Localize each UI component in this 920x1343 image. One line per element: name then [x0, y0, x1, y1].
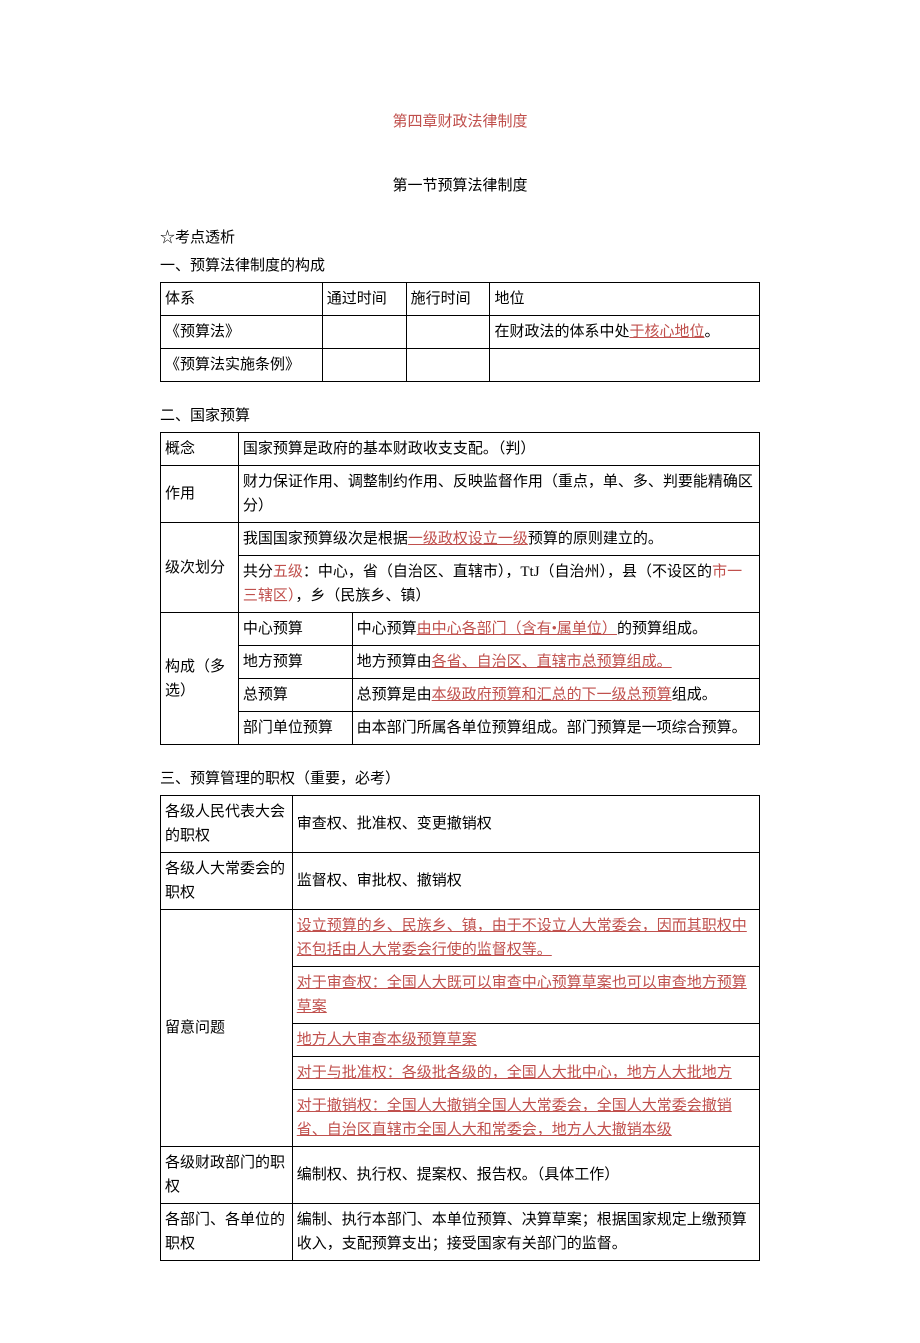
chapter-title: 第四章财政法律制度	[160, 110, 760, 134]
subheading-2: 二、国家预算	[160, 404, 760, 428]
cell-budget-regulation: 《预算法实施条例》	[161, 349, 323, 382]
cell-composition-label: 构成（多选）	[161, 613, 239, 745]
cell-empty	[406, 349, 490, 382]
text-segment: 在财政法的体系中处	[494, 324, 629, 340]
text-segment: 我国国家预算级次是根据	[243, 531, 408, 547]
section-title: 第一节预算法律制度	[160, 174, 760, 198]
cell-level-label: 级次划分	[161, 523, 239, 613]
table-budget-law-system: 体系 通过时间 施行时间 地位 《预算法》 在财政法的体系中处于核心地位。 《预…	[160, 282, 760, 382]
cell-empty	[322, 316, 406, 349]
cell-status-core: 在财政法的体系中处于核心地位。	[490, 316, 760, 349]
table-row: 共分五级：中心，省（自治区、直辖市），TtJ（自治州），县（不设区的市一三辖区）…	[161, 556, 760, 613]
cell-concept-label: 概念	[161, 433, 239, 466]
table-row: 各级人大常委会的职权 监督权、审批权、撤销权	[161, 853, 760, 910]
cell-budget-law: 《预算法》	[161, 316, 323, 349]
text-segment: ：中心，省（自治区、直辖市），TtJ（自治州），县（不设区的	[303, 564, 712, 580]
text-segment: 。	[704, 324, 719, 340]
cell-finance-dept-value: 编制权、执行权、提案权、报告权。（具体工作）	[292, 1147, 759, 1204]
cell-function-value: 财力保证作用、调整制约作用、反映监督作用（重点，单、多、判要能精确区分）	[238, 466, 759, 523]
cell-local-budget-value: 地方预算由各省、自治区、直辖市总预算组成。	[352, 646, 759, 679]
cell-dept-unit-value: 编制、执行本部门、本单位预算、决算草案；根据国家规定上缴预算收入，支配预算支出；…	[292, 1204, 759, 1261]
cell-empty	[406, 316, 490, 349]
cell-level-principle: 我国国家预算级次是根据一级政权设立一级预算的原则建立的。	[238, 523, 759, 556]
cell-note-4: 对于与批准权：各级批各级的，全国人大批中心，地方人大批地方	[292, 1057, 759, 1090]
table-row: 地方预算 地方预算由各省、自治区、直辖市总预算组成。	[161, 646, 760, 679]
table-row: 各级财政部门的职权 编制权、执行权、提案权、报告权。（具体工作）	[161, 1147, 760, 1204]
table-row: 构成（多选） 中心预算 中心预算由中心各部门（含有•属单位）的预算组成。	[161, 613, 760, 646]
cell-empty	[322, 349, 406, 382]
text-segment-emphasis: 地方人大审查本级预算草案	[297, 1032, 477, 1048]
text-segment-emphasis: 由中心各部门（含有•属单位）	[417, 621, 617, 637]
cell-concept-value: 国家预算是政府的基本财政收支支配。（判）	[238, 433, 759, 466]
table-row: 级次划分 我国国家预算级次是根据一级政权设立一级预算的原则建立的。	[161, 523, 760, 556]
table-row: 概念 国家预算是政府的基本财政收支支配。（判）	[161, 433, 760, 466]
document-page: 第四章财政法律制度 第一节预算法律制度 ☆考点透析 一、预算法律制度的构成 体系…	[0, 0, 920, 1343]
cell-notes-label: 留意问题	[161, 910, 293, 1147]
text-segment-emphasis: 设立预算的乡、民族乡、镇，由于不设立人大常委会，因而其职权中还包括由人大常委会行…	[297, 918, 747, 958]
text-segment: 总预算是由	[357, 687, 432, 703]
table-row: 《预算法实施条例》	[161, 349, 760, 382]
text-segment-emphasis: 于核心地位	[629, 324, 704, 340]
col-header-system: 体系	[161, 283, 323, 316]
table-budget-authority: 各级人民代表大会的职权 审查权、批准权、变更撤销权 各级人大常委会的职权 监督权…	[160, 795, 760, 1261]
text-segment-emphasis: 各省、自治区、直辖市总预算组成。	[432, 654, 672, 670]
cell-note-3: 地方人大审查本级预算草案	[292, 1024, 759, 1057]
cell-total-budget-label: 总预算	[238, 679, 352, 712]
cell-local-budget-label: 地方预算	[238, 646, 352, 679]
text-segment-emphasis: 对于撤销权：全国人大撤销全国人大常委会，全国人大常委会撤销省、自治区直辖市全国人…	[297, 1098, 732, 1138]
table-row: 《预算法》 在财政法的体系中处于核心地位。	[161, 316, 760, 349]
text-segment-emphasis: 对于审查权：全国人大既可以审查中心预算草案也可以审查地方预算草案	[297, 975, 747, 1015]
cell-standing-committee-value: 监督权、审批权、撤销权	[292, 853, 759, 910]
text-segment-emphasis: 本级政府预算和汇总的下一级总预算	[432, 687, 672, 703]
table-row: 各部门、各单位的职权 编制、执行本部门、本单位预算、决算草案；根据国家规定上缴预…	[161, 1204, 760, 1261]
text-segment-emphasis: 一级政权设立一级	[408, 531, 528, 547]
cell-note-2: 对于审查权：全国人大既可以审查中心预算草案也可以审查地方预算草案	[292, 967, 759, 1024]
cell-empty	[490, 349, 760, 382]
text-segment: 中心预算	[357, 621, 417, 637]
table-row: 留意问题 设立预算的乡、民族乡、镇，由于不设立人大常委会，因而其职权中还包括由人…	[161, 910, 760, 967]
cell-dept-budget-value: 由本部门所属各单位预算组成。部门预算是一项综合预算。	[352, 712, 759, 745]
text-segment: 预算的原则建立的。	[528, 531, 663, 547]
cell-level-five: 共分五级：中心，省（自治区、直辖市），TtJ（自治州），县（不设区的市一三辖区）…	[238, 556, 759, 613]
cell-function-label: 作用	[161, 466, 239, 523]
cell-note-5: 对于撤销权：全国人大撤销全国人大常委会，全国人大常委会撤销省、自治区直辖市全国人…	[292, 1090, 759, 1147]
text-segment-emphasis: 对于与批准权：各级批各级的，全国人大批中心，地方人大批地方	[297, 1065, 732, 1081]
table-row: 总预算 总预算是由本级政府预算和汇总的下一级总预算组成。	[161, 679, 760, 712]
col-header-pass-time: 通过时间	[322, 283, 406, 316]
col-header-status: 地位	[490, 283, 760, 316]
cell-peoples-congress-label: 各级人民代表大会的职权	[161, 796, 293, 853]
text-segment-emphasis: 五级	[273, 564, 303, 580]
cell-standing-committee-label: 各级人大常委会的职权	[161, 853, 293, 910]
cell-dept-unit-label: 各部门、各单位的职权	[161, 1204, 293, 1261]
subheading-1: 一、预算法律制度的构成	[160, 254, 760, 278]
text-segment: 的预算组成。	[617, 621, 707, 637]
cell-total-budget-value: 总预算是由本级政府预算和汇总的下一级总预算组成。	[352, 679, 759, 712]
cell-central-budget-value: 中心预算由中心各部门（含有•属单位）的预算组成。	[352, 613, 759, 646]
text-segment: ，乡（民族乡、镇）	[295, 588, 430, 604]
cell-finance-dept-label: 各级财政部门的职权	[161, 1147, 293, 1204]
table-row: 体系 通过时间 施行时间 地位	[161, 283, 760, 316]
table-row: 部门单位预算 由本部门所属各单位预算组成。部门预算是一项综合预算。	[161, 712, 760, 745]
subheading-3: 三、预算管理的职权（重要，必考）	[160, 767, 760, 791]
text-segment: 地方预算由	[357, 654, 432, 670]
text-segment: 共分	[243, 564, 273, 580]
cell-central-budget-label: 中心预算	[238, 613, 352, 646]
col-header-effect-time: 施行时间	[406, 283, 490, 316]
cell-note-1: 设立预算的乡、民族乡、镇，由于不设立人大常委会，因而其职权中还包括由人大常委会行…	[292, 910, 759, 967]
table-national-budget: 概念 国家预算是政府的基本财政收支支配。（判） 作用 财力保证作用、调整制约作用…	[160, 432, 760, 745]
cell-dept-budget-label: 部门单位预算	[238, 712, 352, 745]
table-row: 作用 财力保证作用、调整制约作用、反映监督作用（重点，单、多、判要能精确区分）	[161, 466, 760, 523]
keypoints-heading: ☆考点透析	[160, 226, 760, 250]
text-segment: 组成。	[672, 687, 717, 703]
cell-peoples-congress-value: 审查权、批准权、变更撤销权	[292, 796, 759, 853]
table-row: 各级人民代表大会的职权 审查权、批准权、变更撤销权	[161, 796, 760, 853]
